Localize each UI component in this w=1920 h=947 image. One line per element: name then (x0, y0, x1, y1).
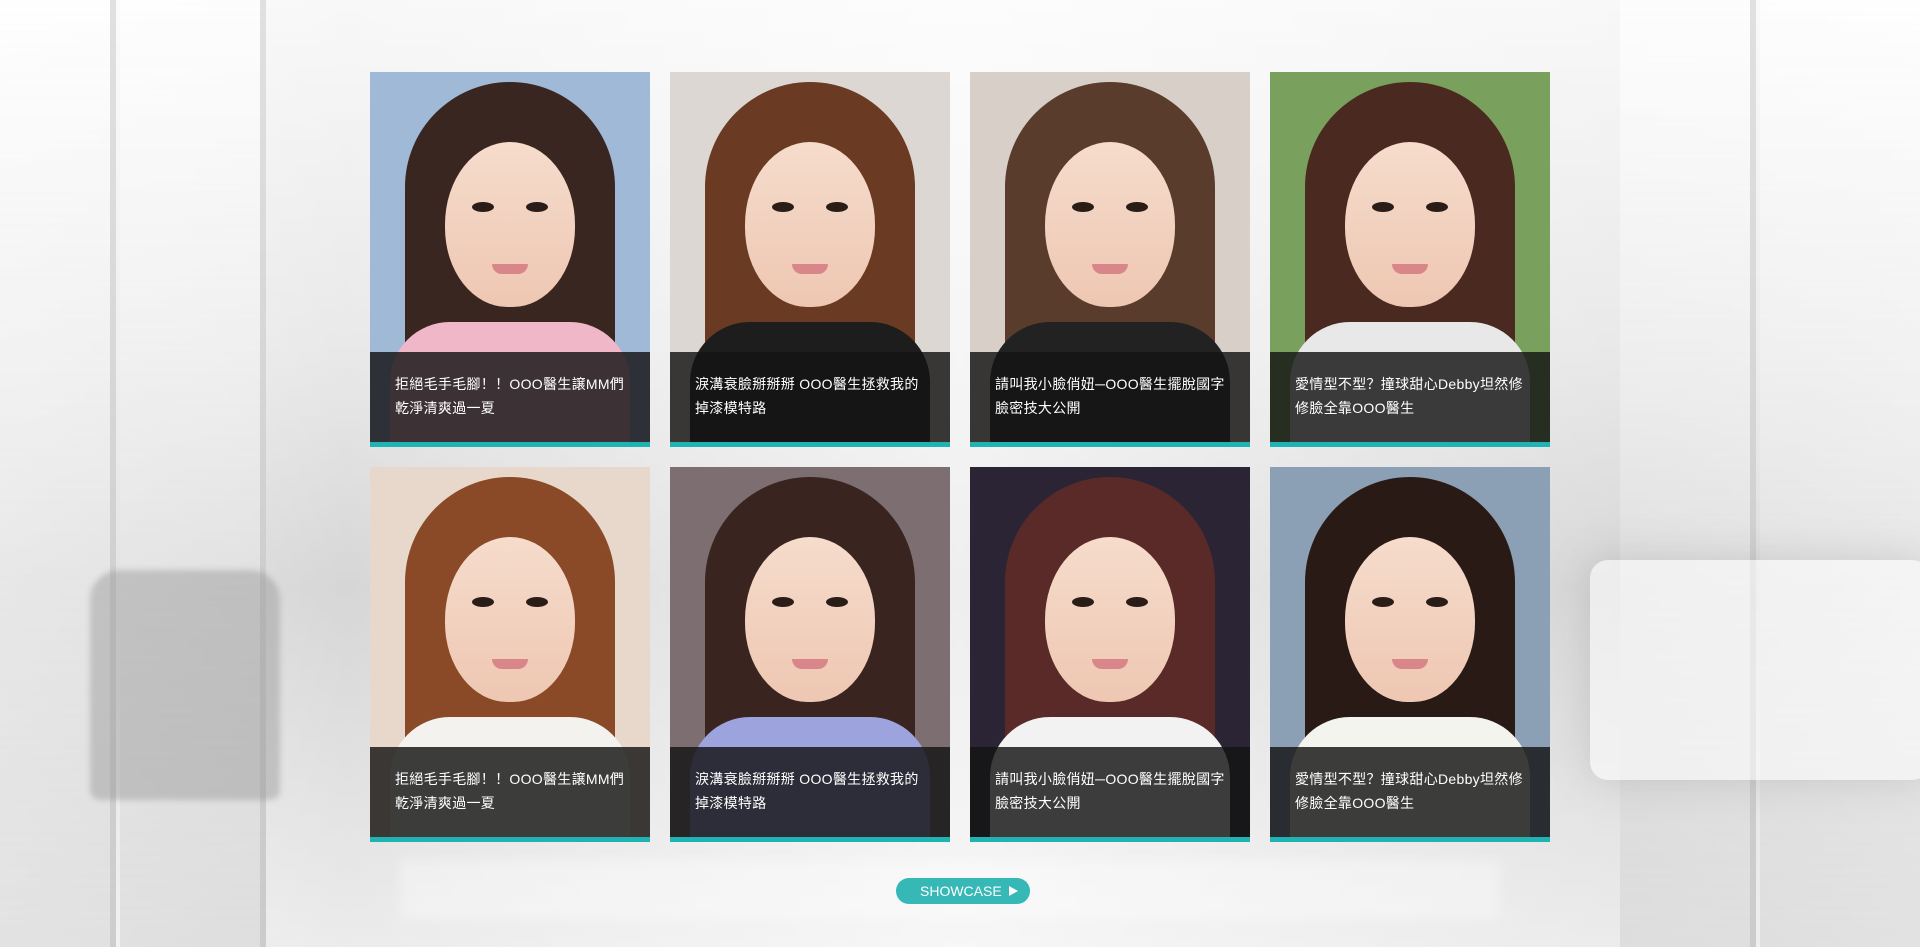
case-title: 淚溝衰臉掰掰掰 OOO醫生拯救我的掉漆模特路 (670, 747, 950, 837)
showcase-button[interactable]: SHOWCASE (896, 878, 1030, 904)
photo-eye (1426, 202, 1448, 212)
photo-eye (1072, 202, 1094, 212)
photo-eye (772, 202, 794, 212)
photo-eye (472, 597, 494, 607)
case-title: 拒絕毛手毛腳！！OOO醫生譲MM們乾淨清爽過一夏 (370, 747, 650, 837)
background-chair (90, 570, 280, 800)
case-card[interactable]: 請叫我小臉俏妞─OOO醫生擺脫國字臉密技大公開 (970, 467, 1250, 842)
showcase-label: SHOWCASE (920, 883, 1002, 899)
play-icon (1009, 886, 1018, 896)
photo-eye (1072, 597, 1094, 607)
photo-eye (826, 202, 848, 212)
photo-face (445, 537, 575, 702)
photo-eye (826, 597, 848, 607)
case-title: 愛情型不型？撞球甜心Debby坦然修修臉全靠OOO醫生 (1270, 747, 1550, 837)
photo-face (445, 142, 575, 307)
case-title: 請叫我小臉俏妞─OOO醫生擺脫國字臉密技大公開 (970, 352, 1250, 442)
case-title: 愛情型不型？撞球甜心Debby坦然修修臉全靠OOO醫生 (1270, 352, 1550, 442)
case-card[interactable]: 淚溝衰臉掰掰掰 OOO醫生拯救我的掉漆模特路 (670, 467, 950, 842)
case-title: 淚溝衰臉掰掰掰 OOO醫生拯救我的掉漆模特路 (670, 352, 950, 442)
case-gallery-grid: 拒絕毛手毛腳！！OOO醫生譲MM們乾淨清爽過一夏 淚溝衰臉掰掰掰 OOO醫生拯救我… (370, 72, 1550, 842)
photo-mouth (492, 264, 528, 274)
background-window (120, 0, 266, 947)
photo-face (1345, 537, 1475, 702)
photo-eye (1372, 597, 1394, 607)
case-title: 拒絕毛手毛腳！！OOO醫生譲MM們乾淨清爽過一夏 (370, 352, 650, 442)
photo-mouth (792, 264, 828, 274)
case-card[interactable]: 愛情型不型？撞球甜心Debby坦然修修臉全靠OOO醫生 (1270, 72, 1550, 447)
photo-mouth (1092, 659, 1128, 669)
photo-eye (1372, 202, 1394, 212)
photo-eye (772, 597, 794, 607)
photo-mouth (792, 659, 828, 669)
photo-face (1345, 142, 1475, 307)
photo-mouth (492, 659, 528, 669)
case-title: 請叫我小臉俏妞─OOO醫生擺脫國字臉密技大公開 (970, 747, 1250, 837)
photo-face (1045, 537, 1175, 702)
case-card[interactable]: 拒絕毛手毛腳！！OOO醫生譲MM們乾淨清爽過一夏 (370, 72, 650, 447)
photo-eye (1126, 597, 1148, 607)
photo-face (1045, 142, 1175, 307)
case-card[interactable]: 拒絕毛手毛腳！！OOO醫生譲MM們乾淨清爽過一夏 (370, 467, 650, 842)
background-sofa (1590, 560, 1920, 780)
photo-eye (1126, 202, 1148, 212)
background-window (1620, 0, 1756, 947)
case-card[interactable]: 請叫我小臉俏妞─OOO醫生擺脫國字臉密技大公開 (970, 72, 1250, 447)
background-window (0, 0, 116, 947)
background-window (1760, 0, 1920, 947)
photo-eye (526, 597, 548, 607)
case-card[interactable]: 淚溝衰臉掰掰掰 OOO醫生拯救我的掉漆模特路 (670, 72, 950, 447)
photo-mouth (1392, 264, 1428, 274)
photo-eye (526, 202, 548, 212)
photo-face (745, 142, 875, 307)
photo-mouth (1392, 659, 1428, 669)
case-card[interactable]: 愛情型不型？撞球甜心Debby坦然修修臉全靠OOO醫生 (1270, 467, 1550, 842)
photo-eye (472, 202, 494, 212)
photo-face (745, 537, 875, 702)
photo-eye (1426, 597, 1448, 607)
photo-mouth (1092, 264, 1128, 274)
